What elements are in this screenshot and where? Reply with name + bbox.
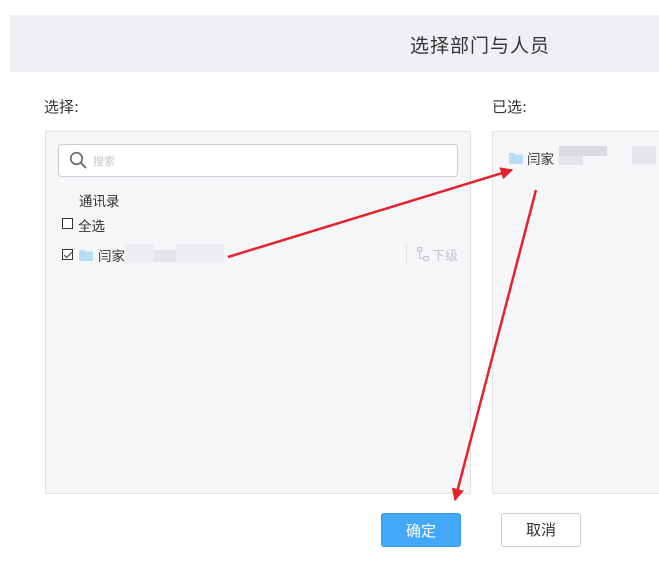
selection-panel: 通讯录 全选 闫家 下级: [45, 131, 471, 494]
selected-department-name[interactable]: 闫家: [527, 148, 554, 168]
redacted-text: [632, 146, 656, 164]
redacted-text: [559, 156, 583, 165]
search-box[interactable]: [58, 144, 458, 177]
redacted-text: [124, 244, 154, 262]
search-icon: [69, 151, 87, 169]
department-name[interactable]: 闫家: [98, 245, 125, 265]
select-label: 选择:: [44, 98, 80, 116]
dialog-header: 选择部门与人员: [10, 15, 659, 72]
select-all-label[interactable]: 全选: [78, 215, 105, 235]
redacted-text: [176, 244, 224, 262]
department-checkbox[interactable]: [62, 249, 73, 260]
confirm-button[interactable]: 确定: [381, 513, 461, 547]
dialog-title: 选择部门与人员: [410, 35, 551, 57]
selected-panel: 闫家: [492, 131, 659, 494]
select-all-checkbox[interactable]: [62, 218, 73, 229]
selected-label: 已选:: [492, 98, 528, 116]
sublevel-button[interactable]: 下级: [432, 245, 458, 264]
redacted-text: [154, 250, 176, 262]
redacted-text: [559, 146, 607, 156]
cancel-button[interactable]: 取消: [501, 513, 581, 547]
folder-icon: [79, 250, 93, 261]
folder-icon: [509, 153, 523, 164]
search-input[interactable]: [91, 149, 445, 173]
divider: [406, 244, 407, 264]
contacts-breadcrumb[interactable]: 通讯录: [79, 190, 120, 210]
sublevel-icon[interactable]: [417, 247, 429, 261]
